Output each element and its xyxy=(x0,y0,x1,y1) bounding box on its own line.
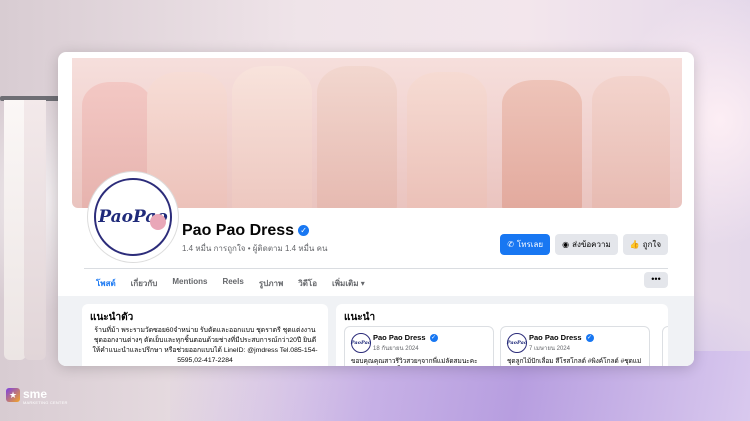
post-date[interactable]: 18 กันยายน 2024 xyxy=(373,343,419,353)
post-date[interactable]: 7 เมษายน 2024 xyxy=(529,343,570,353)
verified-badge-icon: ✓ xyxy=(298,225,310,237)
post-text: ชุดลูกไม้ปักเลื่อม สีโรสโกลด์ #พิงค์โกลด… xyxy=(507,358,642,365)
intro-card: แนะนำตัว ร้านที่ม้า พระรามวัดซอย60จำหน่า… xyxy=(82,304,328,366)
verified-badge-icon: ✓ xyxy=(585,334,594,343)
messenger-icon: ◉ xyxy=(562,240,570,249)
intro-text: ร้านที่ม้า พระรามวัดซอย60จำหน่าย รับตัดแ… xyxy=(92,327,318,364)
sme-watermark-logo: ★ sme MARKETING CENTER xyxy=(6,388,68,405)
caret-down-icon: ▾ xyxy=(360,279,365,288)
hanging-garment xyxy=(4,100,26,360)
page-stats[interactable]: 1.4 หมื่น การถูกใจ • ผู้ติดตาม 1.4 หมื่น… xyxy=(182,242,327,255)
featured-post[interactable]: PaoPao Pao Pao Dress ✓ 18 กันยายน 2024 ขอ… xyxy=(344,326,494,366)
like-button[interactable]: 👍 ถูกใจ xyxy=(622,234,668,255)
hanging-garment xyxy=(24,100,46,360)
thumbs-up-icon: 👍 xyxy=(629,240,640,249)
call-button[interactable]: ✆ โทรเลย xyxy=(500,234,551,255)
sme-sub: MARKETING CENTER xyxy=(23,400,68,405)
flower-icon xyxy=(150,214,166,230)
page-title[interactable]: Pao Pao Dress ✓ xyxy=(182,222,310,240)
post-avatar: PaoPao xyxy=(507,333,527,353)
featured-post-partial[interactable] xyxy=(662,326,668,366)
post-avatar: PaoPao xyxy=(351,333,371,353)
verified-badge-icon: ✓ xyxy=(429,334,438,343)
header-divider xyxy=(84,268,668,269)
phone-icon: ✆ xyxy=(507,240,514,249)
featured-title: แนะนำ xyxy=(344,312,376,323)
facebook-page-window: PaoPao Pao Pao Dress ✓ 1.4 หมื่น การถูกใจ… xyxy=(58,52,694,366)
intro-title: แนะนำตัว xyxy=(90,312,134,323)
post-text: ขอบคุณคุณสาวรีวิวสวยๆจากพี่แม่ลัดสมนะคะ … xyxy=(351,358,478,365)
post-author[interactable]: Pao Pao Dress ✓ xyxy=(529,333,594,343)
sme-brand: sme xyxy=(23,387,48,401)
featured-post[interactable]: PaoPao Pao Pao Dress ✓ 7 เมษายน 2024 ชุดล… xyxy=(500,326,650,366)
page-actions: ✆ โทรเลย ◉ ส่งข้อความ 👍 ถูกใจ xyxy=(500,234,668,255)
post-author[interactable]: Pao Pao Dress ✓ xyxy=(373,333,438,343)
message-button[interactable]: ◉ ส่งข้อความ xyxy=(555,234,618,255)
more-options-button[interactable]: ••• xyxy=(644,272,668,288)
featured-card: แนะนำ PaoPao Pao Pao Dress ✓ 18 กันยายน 2… xyxy=(336,304,668,366)
star-icon: ★ xyxy=(6,388,20,402)
page-avatar[interactable]: PaoPao xyxy=(88,172,178,262)
